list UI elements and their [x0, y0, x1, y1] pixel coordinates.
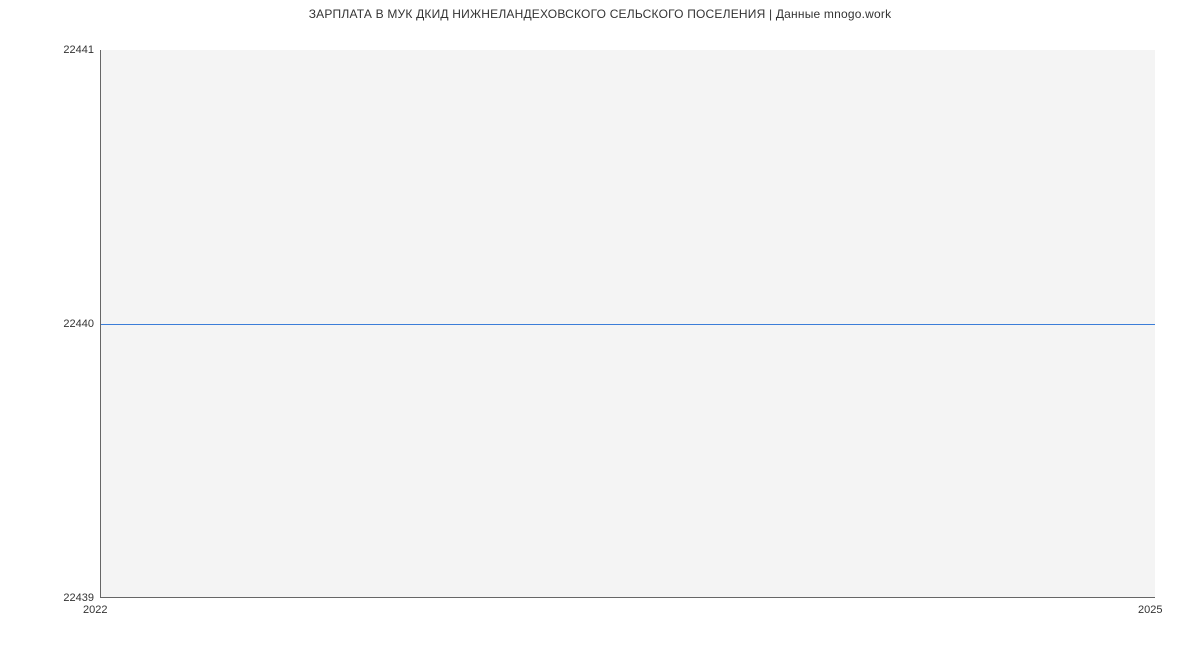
x-tick-label: 2025: [1138, 604, 1162, 616]
chart-plot-area: [100, 50, 1155, 598]
chart-series-line: [101, 324, 1155, 325]
x-tick-label: 2022: [83, 604, 107, 616]
y-tick-label: 22439: [63, 592, 94, 604]
y-tick-label: 22441: [63, 44, 94, 56]
chart-title: ЗАРПЛАТА В МУК ДКИД НИЖНЕЛАНДЕХОВСКОГО С…: [0, 7, 1200, 21]
y-tick-label: 22440: [63, 318, 94, 330]
